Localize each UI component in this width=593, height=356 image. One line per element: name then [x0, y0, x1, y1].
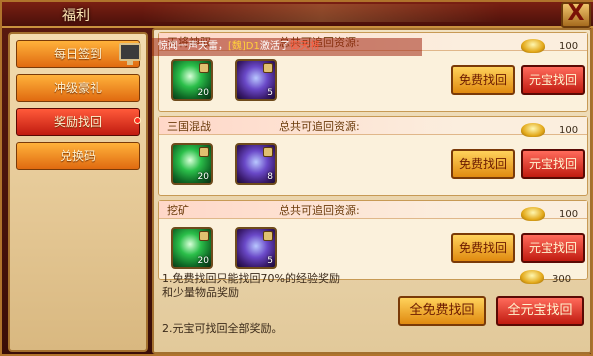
item-count: 20: [197, 172, 209, 182]
marquee-mid: 激活了: [259, 41, 290, 52]
ingot-icon: [521, 207, 545, 221]
sidebar-item-level-gift[interactable]: 冲级豪礼: [16, 74, 140, 102]
lock-icon: [263, 231, 273, 241]
panel-name: 三国混战: [167, 120, 211, 133]
ingot-count: 100: [559, 209, 579, 220]
panel-name: 挖矿: [167, 204, 189, 217]
ingot-icon: [520, 270, 544, 284]
item-slot[interactable]: 20: [171, 59, 213, 101]
item-slot[interactable]: 5: [235, 227, 277, 269]
sidebar-item-redeem-code[interactable]: 兑换码: [16, 142, 140, 170]
note-line-2: 和少量物品奖励: [162, 286, 239, 299]
lock-icon: [199, 231, 209, 241]
sidebar-item-label: 兑换码: [59, 149, 96, 163]
item-count: 20: [197, 88, 209, 98]
note-line-1: 1.免费找回只能找回70%的经验奖励: [162, 272, 340, 285]
sidebar: 每日签到 冲级豪礼 奖励找回 兑换码: [8, 32, 148, 352]
all-free-recover-button[interactable]: 全免费找回: [398, 296, 486, 326]
marquee-prefix: 惊闻一声天雷，: [158, 41, 228, 52]
announcement-marquee: 惊闻一声天雷，[魏]D1激活了御天将: [152, 38, 422, 56]
summary-area: 1.免费找回只能找回70%的经验奖励 和少量物品奖励 2.元宝可找回全部奖励。 …: [158, 268, 588, 350]
sidebar-item-label: 奖励找回: [53, 115, 102, 129]
item-slot[interactable]: 8: [235, 143, 277, 185]
reward-window: 福利 X 每日签到 冲级豪礼 奖励找回 兑换码 天将神驭 总共可追回资源: 10…: [0, 0, 593, 356]
free-recover-button[interactable]: 免费找回: [451, 233, 515, 263]
lock-icon: [263, 63, 273, 73]
ingot-icon: [521, 123, 545, 137]
lock-icon: [199, 63, 209, 73]
sidebar-item-label: 每日签到: [53, 47, 102, 61]
content-area: 天将神驭 总共可追回资源: 100 20 5 免费找回 元宝找回 三国混战 总共…: [152, 28, 592, 354]
marquee-player: [魏]D1: [228, 41, 260, 52]
gold-recover-button[interactable]: 元宝找回: [521, 65, 585, 95]
total-ingot-count: 300: [552, 274, 572, 285]
close-button[interactable]: X: [561, 2, 591, 28]
panel-subtitle: 总共可追回资源:: [279, 120, 360, 133]
item-count: 5: [267, 88, 273, 98]
item-slot[interactable]: 20: [171, 227, 213, 269]
ingot-count: 100: [559, 41, 579, 52]
free-recover-button[interactable]: 免费找回: [451, 149, 515, 179]
window-title: 福利: [62, 8, 90, 24]
reward-panel: 三国混战 总共可追回资源: 100 20 8 免费找回 元宝找回: [158, 116, 588, 196]
all-gold-recover-button[interactable]: 全元宝找回: [496, 296, 584, 326]
sidebar-item-label: 冲级豪礼: [53, 81, 102, 95]
free-recover-button[interactable]: 免费找回: [451, 65, 515, 95]
ingot-icon: [521, 39, 545, 53]
monitor-icon: [119, 43, 141, 65]
gold-recover-button[interactable]: 元宝找回: [521, 233, 585, 263]
item-slot[interactable]: 5: [235, 59, 277, 101]
sidebar-item-daily-signin[interactable]: 每日签到: [16, 40, 141, 68]
notification-dot: [134, 117, 141, 124]
gold-recover-button[interactable]: 元宝找回: [521, 149, 585, 179]
lock-icon: [263, 147, 273, 157]
note-line-3: 2.元宝可找回全部奖励。: [162, 322, 283, 335]
ingot-count: 100: [559, 125, 579, 136]
title-decoration: [142, 4, 502, 22]
sidebar-item-reward-recovery[interactable]: 奖励找回: [16, 108, 141, 136]
marquee-item: 御天将: [289, 41, 320, 52]
item-count: 5: [267, 256, 273, 266]
panel-subtitle: 总共可追回资源:: [279, 204, 360, 217]
item-count: 20: [197, 256, 209, 266]
item-count: 8: [267, 172, 273, 182]
item-slot[interactable]: 20: [171, 143, 213, 185]
title-bar: 福利 X: [2, 2, 593, 28]
lock-icon: [199, 147, 209, 157]
